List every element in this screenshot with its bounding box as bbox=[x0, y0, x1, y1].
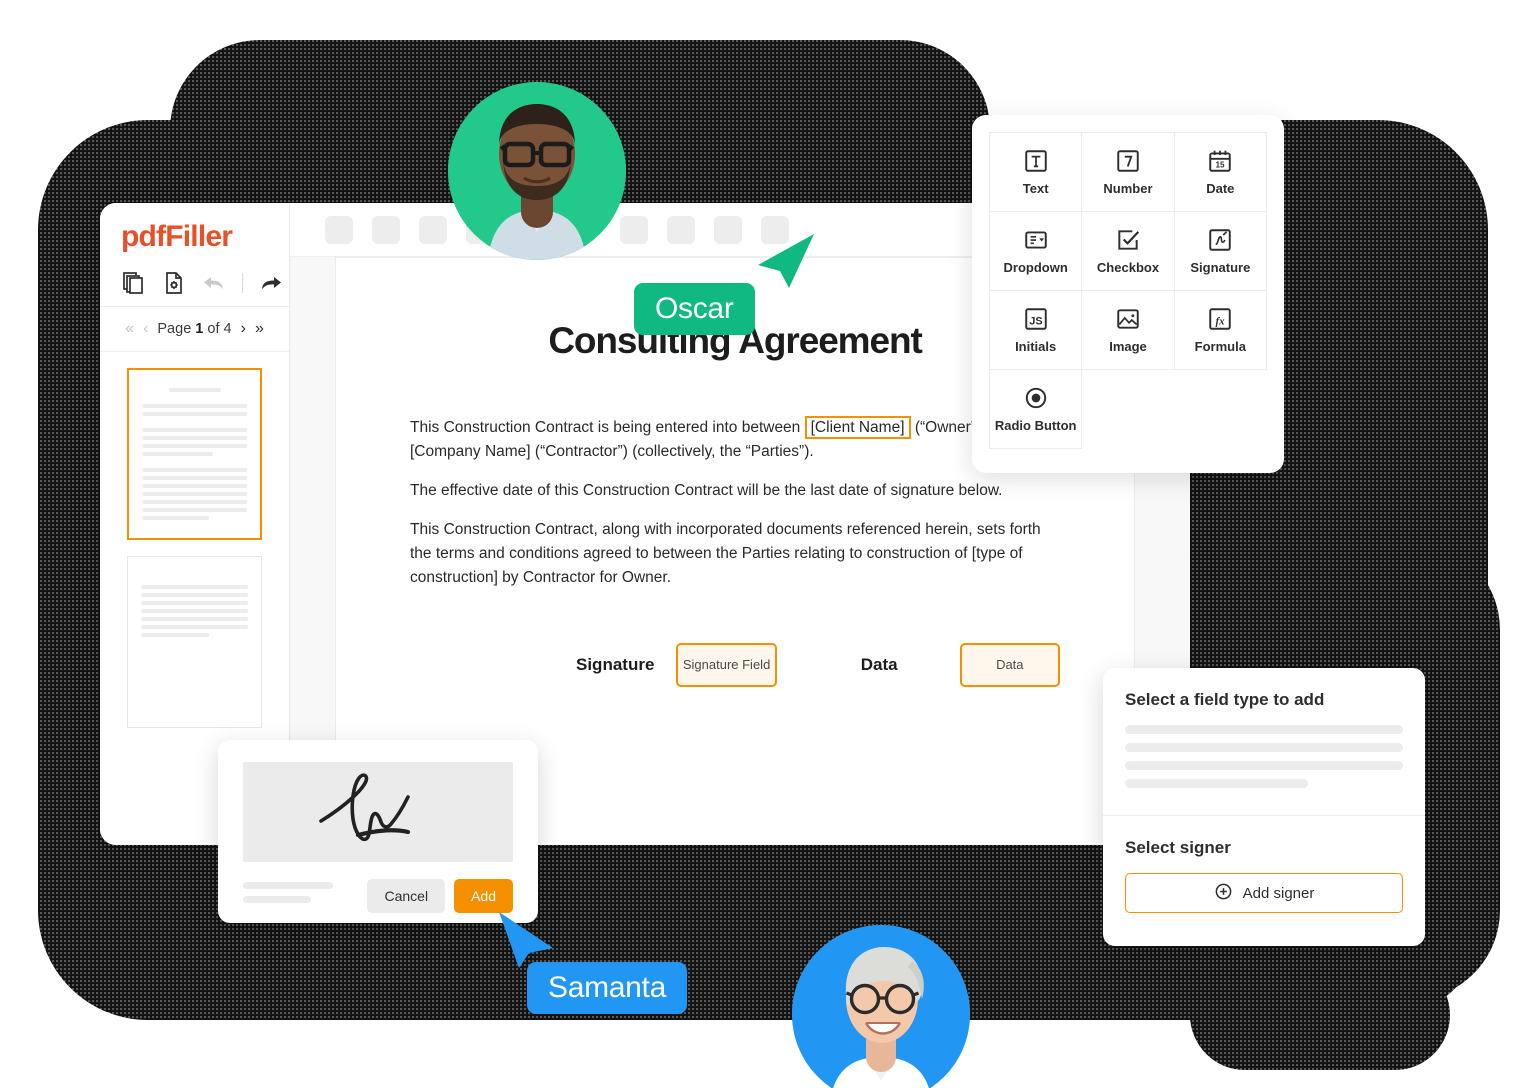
field-type-label: Formula bbox=[1194, 339, 1246, 354]
signature-modal-placeholder-text bbox=[243, 882, 367, 910]
handwritten-signature-icon bbox=[303, 769, 453, 856]
page-of-label: of bbox=[207, 321, 220, 337]
total-page-count: 4 bbox=[223, 321, 232, 337]
samanta-name-badge: Samanta bbox=[527, 962, 687, 1014]
svg-text:fx: fx bbox=[1216, 315, 1226, 327]
first-page-button[interactable]: « bbox=[125, 321, 134, 337]
screenshot-root: pdfFiller « ‹ Page 1 of 4 › » Consulting… bbox=[0, 0, 1526, 1088]
undo-icon[interactable] bbox=[202, 270, 226, 296]
placeholder-line-1 bbox=[1125, 725, 1403, 734]
signature-label: Signature bbox=[576, 655, 655, 674]
field-type-dropdown[interactable]: Dropdown bbox=[990, 212, 1083, 291]
toolbar-divider bbox=[242, 273, 243, 293]
svg-text:JS: JS bbox=[1029, 315, 1042, 327]
field-type-label: Image bbox=[1109, 339, 1147, 354]
field-type-label: Text bbox=[1022, 181, 1049, 196]
page-indicator: Page 1 of 4 bbox=[157, 321, 231, 337]
field-type-formula[interactable]: fx Formula bbox=[1174, 291, 1267, 370]
data-label: Data bbox=[860, 655, 898, 674]
toolbar-placeholder-1[interactable] bbox=[325, 215, 353, 244]
cancel-button[interactable]: Cancel bbox=[367, 879, 446, 913]
initials-field-icon: JS bbox=[1023, 306, 1049, 332]
signature-data-row: Signature Signature Field Data Data bbox=[410, 605, 1060, 687]
select-field-panel: Select a field type to add Select signer… bbox=[1103, 668, 1425, 946]
placeholder-line-4 bbox=[1125, 779, 1309, 788]
data-field-box[interactable]: Data bbox=[959, 643, 1060, 687]
number-field-icon bbox=[1115, 148, 1141, 174]
oscar-cursor bbox=[756, 228, 816, 295]
page-thumbnail-list bbox=[100, 352, 289, 728]
field-type-signature[interactable]: Signature bbox=[1174, 212, 1267, 291]
client-name-field[interactable]: [Client Name] bbox=[804, 416, 911, 439]
field-type-image[interactable]: Image bbox=[1082, 291, 1175, 370]
document-settings-icon[interactable] bbox=[162, 270, 186, 296]
field-type-date[interactable]: 15 Date bbox=[1174, 133, 1267, 212]
last-page-button[interactable]: » bbox=[255, 321, 264, 337]
toolbar-placeholder-2[interactable] bbox=[372, 215, 400, 244]
page-prefix-label: Page bbox=[157, 321, 192, 337]
radio-button-field-icon bbox=[1023, 385, 1049, 411]
paragraph-1-before: This Construction Contract is being ente… bbox=[410, 419, 801, 436]
text-field-icon bbox=[1023, 148, 1049, 174]
sidebar-toolbar bbox=[100, 254, 289, 307]
add-signer-button[interactable]: Add signer bbox=[1125, 873, 1403, 913]
signature-field-icon bbox=[1207, 227, 1233, 253]
oscar-avatar bbox=[448, 82, 626, 260]
contract-paragraph-3: This Construction Contract, along with i… bbox=[410, 521, 1041, 586]
signature-field-box[interactable]: Signature Field bbox=[676, 643, 777, 687]
toolbar-placeholder-8[interactable] bbox=[714, 215, 742, 244]
select-signer-heading: Select signer bbox=[1125, 838, 1231, 857]
field-type-label: Dropdown bbox=[1003, 260, 1068, 275]
signature-modal: Cancel Add bbox=[218, 740, 538, 923]
next-page-button[interactable]: › bbox=[241, 321, 246, 337]
field-type-label: Initials bbox=[1015, 339, 1057, 354]
field-type-label: Number bbox=[1103, 181, 1153, 196]
page-thumbnail-1[interactable] bbox=[127, 368, 262, 540]
redo-icon[interactable] bbox=[259, 270, 283, 296]
samanta-avatar bbox=[792, 925, 970, 1088]
field-type-label: Signature bbox=[1190, 260, 1251, 275]
field-type-radio-button[interactable]: Radio Button bbox=[990, 370, 1083, 449]
prev-page-button[interactable]: ‹ bbox=[143, 321, 148, 337]
add-signer-label: Add signer bbox=[1242, 884, 1315, 902]
page-navigator: « ‹ Page 1 of 4 › » bbox=[100, 307, 289, 352]
contract-paragraph-1: This Construction Contract is being ente… bbox=[410, 416, 1060, 464]
dropdown-field-icon bbox=[1023, 227, 1049, 253]
field-type-checkbox[interactable]: Checkbox bbox=[1082, 212, 1175, 291]
signature-preview-canvas[interactable] bbox=[243, 762, 513, 862]
palette-empty-cell-1 bbox=[1082, 370, 1174, 449]
page-thumbnail-2[interactable] bbox=[127, 556, 262, 728]
field-type-palette: Text Number 15 Date Dropdown Checkbox Si… bbox=[972, 115, 1284, 473]
toolbar-placeholder-6[interactable] bbox=[620, 215, 648, 244]
toolbar-placeholder-7[interactable] bbox=[667, 215, 695, 244]
oscar-name-badge: Oscar bbox=[634, 283, 755, 335]
contract-paragraph-2: The effective date of this Construction … bbox=[410, 482, 1003, 499]
plus-circle-icon bbox=[1214, 882, 1233, 905]
signer-section: Select signer Add signer bbox=[1103, 816, 1425, 933]
field-type-grid: Text Number 15 Date Dropdown Checkbox Si… bbox=[989, 132, 1267, 449]
pdffiller-logo[interactable]: pdfFiller bbox=[100, 203, 289, 254]
field-type-section: Select a field type to add bbox=[1103, 668, 1425, 815]
toolbar-placeholder-3[interactable] bbox=[419, 215, 447, 244]
field-type-number[interactable]: Number bbox=[1082, 133, 1175, 212]
formula-field-icon: fx bbox=[1207, 306, 1233, 332]
field-type-label: Date bbox=[1206, 181, 1235, 196]
field-type-label: Checkbox bbox=[1096, 260, 1160, 275]
field-type-label: Radio Button bbox=[994, 418, 1077, 433]
placeholder-line-3 bbox=[1125, 761, 1403, 770]
date-field-icon: 15 bbox=[1207, 148, 1233, 174]
checkbox-field-icon bbox=[1115, 227, 1141, 253]
field-type-text[interactable]: Text bbox=[990, 133, 1083, 212]
copy-pages-icon[interactable] bbox=[122, 270, 146, 296]
field-type-initials[interactable]: JS Initials bbox=[990, 291, 1083, 370]
current-page-number: 1 bbox=[195, 321, 204, 337]
signature-modal-footer: Cancel Add bbox=[243, 879, 513, 913]
image-field-icon bbox=[1115, 306, 1141, 332]
placeholder-line-2 bbox=[1125, 743, 1403, 752]
palette-empty-cell-2 bbox=[1175, 370, 1267, 449]
svg-text:15: 15 bbox=[1216, 161, 1226, 170]
select-field-heading: Select a field type to add bbox=[1125, 690, 1325, 709]
